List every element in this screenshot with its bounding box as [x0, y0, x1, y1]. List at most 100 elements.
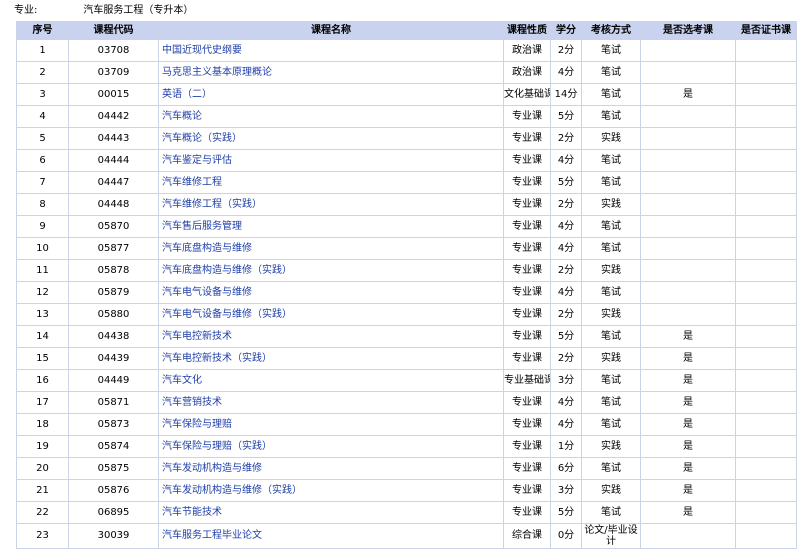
cell-no: 18 — [16, 413, 69, 436]
cell-elective — [640, 523, 736, 549]
col-header-code: 课程代码 — [68, 21, 159, 40]
cell-cert — [735, 281, 797, 304]
cell-type: 专业课 — [503, 303, 551, 326]
course-name-link[interactable]: 汽车维修工程（实践） — [162, 199, 262, 210]
course-name-link[interactable]: 汽车概论 — [162, 111, 202, 122]
course-name-link[interactable]: 汽车电控新技术 — [162, 331, 232, 342]
cell-code: 06895 — [68, 501, 159, 524]
cell-elective: 是 — [640, 325, 736, 348]
course-name-link[interactable]: 马克思主义基本原理概论 — [162, 67, 272, 78]
cell-elective: 是 — [640, 501, 736, 524]
cell-method: 笔试 — [581, 215, 641, 238]
cell-no: 2 — [16, 61, 69, 84]
cell-elective: 是 — [640, 391, 736, 414]
cell-code: 04444 — [68, 149, 159, 172]
course-name-link[interactable]: 汽车电控新技术（实践） — [162, 353, 272, 364]
table-row: 8 04448 汽车维修工程（实践） 专业课 2分 实践 — [16, 193, 797, 216]
course-name-link[interactable]: 汽车文化 — [162, 375, 202, 386]
table-row: 2 03709 马克思主义基本原理概论 政治课 4分 笔试 — [16, 61, 797, 84]
cell-code: 05874 — [68, 435, 159, 458]
cell-type: 专业课 — [503, 501, 551, 524]
cell-no: 23 — [16, 523, 69, 549]
course-name-link[interactable]: 中国近现代史纲要 — [162, 45, 242, 56]
course-name-link[interactable]: 汽车电气设备与维修 — [162, 287, 252, 298]
cell-cert — [735, 347, 797, 370]
course-name-link[interactable]: 汽车概论（实践） — [162, 133, 242, 144]
course-name-link[interactable]: 汽车营销技术 — [162, 397, 222, 408]
cell-type: 文化基础课 — [503, 83, 551, 106]
cell-type: 专业课 — [503, 127, 551, 150]
cell-cert — [735, 457, 797, 480]
course-name-link[interactable]: 汽车发动机构造与维修（实践） — [162, 485, 302, 496]
course-name-link[interactable]: 汽车发动机构造与维修 — [162, 463, 262, 474]
table-row: 23 30039 汽车服务工程毕业论文 综合课 0分 论文/毕业设计 — [16, 523, 797, 549]
cell-no: 16 — [16, 369, 69, 392]
cell-method: 笔试 — [581, 83, 641, 106]
cell-method: 笔试 — [581, 61, 641, 84]
cell-credit: 5分 — [550, 171, 582, 194]
cell-code: 05879 — [68, 281, 159, 304]
cell-no: 5 — [16, 127, 69, 150]
table-row: 1 03708 中国近现代史纲要 政治课 2分 笔试 — [16, 39, 797, 62]
cell-code: 00015 — [68, 83, 159, 106]
cell-elective: 是 — [640, 479, 736, 502]
cell-name: 汽车概论 — [158, 105, 504, 128]
cell-cert — [735, 105, 797, 128]
cell-elective — [640, 237, 736, 260]
course-name-link[interactable]: 汽车底盘构造与维修（实践） — [162, 265, 292, 276]
cell-no: 17 — [16, 391, 69, 414]
cell-method: 实践 — [581, 127, 641, 150]
cell-code: 05875 — [68, 457, 159, 480]
cell-method: 实践 — [581, 479, 641, 502]
cell-name: 汽车底盘构造与维修 — [158, 237, 504, 260]
cell-type: 综合课 — [503, 523, 551, 549]
cell-credit: 2分 — [550, 303, 582, 326]
cell-code: 03708 — [68, 39, 159, 62]
cell-code: 05870 — [68, 215, 159, 238]
cell-no: 12 — [16, 281, 69, 304]
table-row: 19 05874 汽车保险与理赔（实践） 专业课 1分 实践是 — [16, 435, 797, 458]
table-row: 7 04447 汽车维修工程 专业课 5分 笔试 — [16, 171, 797, 194]
col-header-elective: 是否选考课 — [640, 21, 736, 40]
cell-no: 9 — [16, 215, 69, 238]
cell-name: 汽车保险与理赔 — [158, 413, 504, 436]
cell-name: 汽车电气设备与维修（实践） — [158, 303, 504, 326]
cell-no: 10 — [16, 237, 69, 260]
course-name-link[interactable]: 英语（二） — [162, 89, 212, 100]
cell-no: 13 — [16, 303, 69, 326]
cell-cert — [735, 303, 797, 326]
course-name-link[interactable]: 汽车保险与理赔 — [162, 419, 232, 430]
cell-code: 04448 — [68, 193, 159, 216]
course-name-link[interactable]: 汽车保险与理赔（实践） — [162, 441, 272, 452]
cell-elective — [640, 105, 736, 128]
course-name-link[interactable]: 汽车节能技术 — [162, 507, 222, 518]
cell-code: 04438 — [68, 325, 159, 348]
cell-method: 笔试 — [581, 39, 641, 62]
cell-credit: 3分 — [550, 479, 582, 502]
cell-type: 专业课 — [503, 391, 551, 414]
cell-cert — [735, 127, 797, 150]
course-name-link[interactable]: 汽车鉴定与评估 — [162, 155, 232, 166]
course-name-link[interactable]: 汽车服务工程毕业论文 — [162, 530, 262, 541]
cell-type: 专业基础课 — [503, 369, 551, 392]
course-name-link[interactable]: 汽车电气设备与维修（实践） — [162, 309, 292, 320]
course-name-link[interactable]: 汽车售后服务管理 — [162, 221, 242, 232]
cell-credit: 6分 — [550, 457, 582, 480]
col-header-name: 课程名称 — [158, 21, 504, 40]
table-row: 15 04439 汽车电控新技术（实践） 专业课 2分 实践是 — [16, 347, 797, 370]
cell-name: 汽车文化 — [158, 369, 504, 392]
cell-elective — [640, 303, 736, 326]
cell-method: 实践 — [581, 347, 641, 370]
table-row: 13 05880 汽车电气设备与维修（实践） 专业课 2分 实践 — [16, 303, 797, 326]
cell-method: 笔试 — [581, 457, 641, 480]
course-table-container: 序号 课程代码 课程名称 课程性质 学分 考核方式 是否选考课 是否证书课 10… — [16, 21, 797, 549]
cell-type: 专业课 — [503, 105, 551, 128]
course-name-link[interactable]: 汽车底盘构造与维修 — [162, 243, 252, 254]
cell-code: 04447 — [68, 171, 159, 194]
cell-elective — [640, 39, 736, 62]
cell-name: 汽车电控新技术（实践） — [158, 347, 504, 370]
table-row: 10 05877 汽车底盘构造与维修 专业课 4分 笔试 — [16, 237, 797, 260]
cell-code: 05877 — [68, 237, 159, 260]
course-name-link[interactable]: 汽车维修工程 — [162, 177, 222, 188]
cell-type: 专业课 — [503, 479, 551, 502]
